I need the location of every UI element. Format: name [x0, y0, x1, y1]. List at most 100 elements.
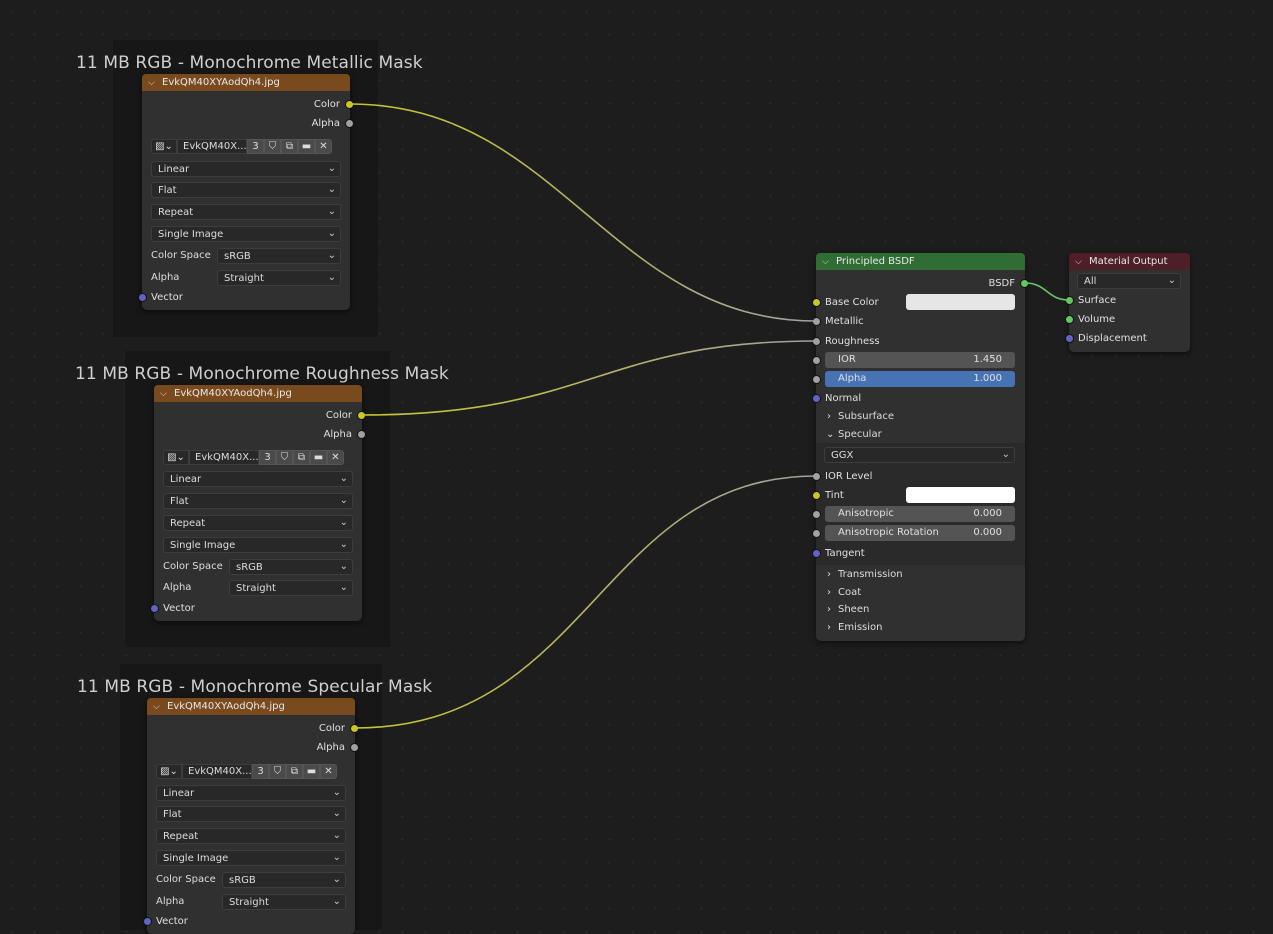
duplicate-icon[interactable]: ⧉: [293, 450, 310, 465]
vector-input-socket[interactable]: [138, 293, 147, 302]
node-header[interactable]: ⌵ EvkQM40XYAodQh4.jpg: [154, 385, 362, 402]
open-folder-icon[interactable]: ▬: [298, 139, 315, 154]
projection-value: Flat: [163, 808, 182, 820]
user-count[interactable]: 3: [252, 764, 269, 779]
open-folder-icon[interactable]: ▬: [310, 450, 327, 465]
normal-input-socket[interactable]: [812, 394, 821, 403]
displacement-input-socket[interactable]: [1065, 334, 1074, 343]
tangent-input-socket[interactable]: [812, 549, 821, 558]
chevron-down-icon[interactable]: ⌵: [148, 78, 158, 88]
interpolation-select[interactable]: Linear ⌄: [151, 161, 341, 177]
vector-input-socket[interactable]: [150, 604, 159, 613]
material-output-node[interactable]: ⌵ Material Output All ⌄ Surface Volume Dis…: [1065, 253, 1190, 352]
distribution-select[interactable]: GGX ⌄: [824, 447, 1015, 463]
roughness-input-socket[interactable]: [812, 337, 821, 346]
image-browse-icon[interactable]: ▨⌄: [151, 139, 177, 154]
image-texture-node[interactable]: ⌵ EvkQM40XYAodQh4.jpg Color Alpha ▨⌄ EvkQ…: [143, 698, 359, 934]
transmission-panel[interactable]: › Transmission: [816, 565, 1025, 583]
alpha-output-socket[interactable]: [350, 743, 359, 752]
tint-input-socket[interactable]: [812, 491, 821, 500]
subsurface-panel[interactable]: › Subsurface: [816, 407, 1025, 425]
color-output-socket[interactable]: [357, 411, 366, 420]
anisotropic-value: 0.000: [973, 508, 1002, 519]
image-name-field[interactable]: EvkQM40X...: [182, 764, 252, 779]
alpha-output-socket[interactable]: [345, 119, 354, 128]
source-select[interactable]: Single Image ⌄: [156, 850, 346, 866]
coat-panel[interactable]: › Coat: [816, 583, 1025, 601]
interpolation-select[interactable]: Linear ⌄: [163, 471, 353, 487]
close-icon[interactable]: ✕: [320, 764, 337, 779]
target-select[interactable]: All ⌄: [1077, 273, 1181, 289]
anisotropic-field[interactable]: Anisotropic 0.000: [825, 506, 1015, 522]
node-header[interactable]: ⌵ EvkQM40XYAodQh4.jpg: [142, 74, 350, 91]
metallic-input-socket[interactable]: [812, 317, 821, 326]
anisotropic-rotation-input-socket[interactable]: [812, 529, 821, 538]
bsdf-output-socket[interactable]: [1020, 279, 1029, 288]
user-count[interactable]: 3: [259, 450, 276, 465]
alpha-field[interactable]: Alpha 1.000: [825, 371, 1015, 387]
color-space-select[interactable]: sRGB ⌄: [222, 872, 346, 888]
alpha-output-socket[interactable]: [357, 430, 366, 439]
chevron-down-icon[interactable]: ⌵: [822, 257, 832, 267]
source-select[interactable]: Single Image ⌄: [163, 537, 353, 553]
surface-input-socket[interactable]: [1065, 296, 1074, 305]
anisotropic-rotation-field[interactable]: Anisotropic Rotation 0.000: [825, 525, 1015, 541]
image-texture-node[interactable]: ⌵ EvkQM40XYAodQh4.jpg Color Alpha ▨⌄ EvkQ…: [138, 74, 354, 310]
user-count[interactable]: 3: [247, 139, 264, 154]
fake-user-shield-icon[interactable]: ⛉: [264, 139, 281, 154]
color-space-select[interactable]: sRGB ⌄: [229, 559, 353, 575]
base-color-input-socket[interactable]: [812, 298, 821, 307]
image-browse-icon[interactable]: ▨⌄: [163, 450, 189, 465]
alpha-input-socket[interactable]: [812, 375, 821, 384]
close-icon[interactable]: ✕: [327, 450, 344, 465]
specular-panel[interactable]: ⌄ Specular: [816, 425, 1025, 443]
close-icon[interactable]: ✕: [315, 139, 332, 154]
image-name-field[interactable]: EvkQM40X...: [189, 450, 259, 465]
ior-input-socket[interactable]: [812, 356, 821, 365]
source-select[interactable]: Single Image ⌄: [151, 226, 341, 242]
node-header[interactable]: ⌵ EvkQM40XYAodQh4.jpg: [147, 698, 355, 715]
chevron-down-icon[interactable]: ⌵: [153, 702, 163, 712]
volume-input-socket[interactable]: [1065, 315, 1074, 324]
projection-select[interactable]: Flat ⌄: [156, 806, 346, 822]
projection-select[interactable]: Flat ⌄: [163, 493, 353, 509]
extension-select[interactable]: Repeat ⌄: [151, 204, 341, 220]
color-output-socket[interactable]: [345, 100, 354, 109]
link-bsdf-surface: [1024, 282, 1070, 301]
duplicate-icon[interactable]: ⧉: [286, 764, 303, 779]
vector-input-socket[interactable]: [143, 917, 152, 926]
chevron-down-icon[interactable]: ⌵: [1075, 257, 1085, 267]
image-name-field[interactable]: EvkQM40X...: [177, 139, 247, 154]
emission-panel[interactable]: › Emission: [816, 618, 1025, 636]
image-browse-icon[interactable]: ▨⌄: [156, 764, 182, 779]
principled-bsdf-node[interactable]: ⌵ Principled BSDF BSDF Base Color Metalli…: [812, 253, 1029, 641]
open-folder-icon[interactable]: ▬: [303, 764, 320, 779]
color-output-socket[interactable]: [350, 724, 359, 733]
sheen-panel[interactable]: › Sheen: [816, 600, 1025, 618]
ior-level-input-socket[interactable]: [812, 472, 821, 481]
extension-select[interactable]: Repeat ⌄: [163, 515, 353, 531]
node-header[interactable]: ⌵ Principled BSDF: [816, 253, 1025, 270]
alpha-mode-select[interactable]: Straight ⌄: [229, 580, 353, 596]
chevron-down-icon: ⌄: [332, 787, 341, 798]
interpolation-select[interactable]: Linear ⌄: [156, 785, 346, 801]
fake-user-shield-icon[interactable]: ⛉: [269, 764, 286, 779]
duplicate-icon[interactable]: ⧉: [281, 139, 298, 154]
alpha-mode-select[interactable]: Straight ⌄: [222, 894, 346, 910]
tint-swatch[interactable]: [906, 487, 1015, 503]
extension-select[interactable]: Repeat ⌄: [156, 828, 346, 844]
ior-field[interactable]: IOR 1.450: [825, 352, 1015, 368]
chevron-down-icon: ⌄: [327, 228, 336, 239]
projection-select[interactable]: Flat ⌄: [151, 182, 341, 198]
chevron-down-icon[interactable]: ⌵: [160, 389, 170, 399]
node-header[interactable]: ⌵ Material Output: [1069, 253, 1190, 270]
anisotropic-rotation-label: Anisotropic Rotation: [838, 527, 939, 538]
image-texture-node[interactable]: ⌵ EvkQM40XYAodQh4.jpg Color Alpha ▨⌄ EvkQ…: [150, 385, 366, 621]
alpha-mode-select[interactable]: Straight ⌄: [217, 270, 341, 286]
node-title: EvkQM40XYAodQh4.jpg: [174, 388, 292, 399]
color-space-value: sRGB: [229, 874, 256, 886]
base-color-swatch[interactable]: [906, 294, 1015, 310]
fake-user-shield-icon[interactable]: ⛉: [276, 450, 293, 465]
anisotropic-input-socket[interactable]: [812, 510, 821, 519]
color-space-select[interactable]: sRGB ⌄: [217, 248, 341, 264]
